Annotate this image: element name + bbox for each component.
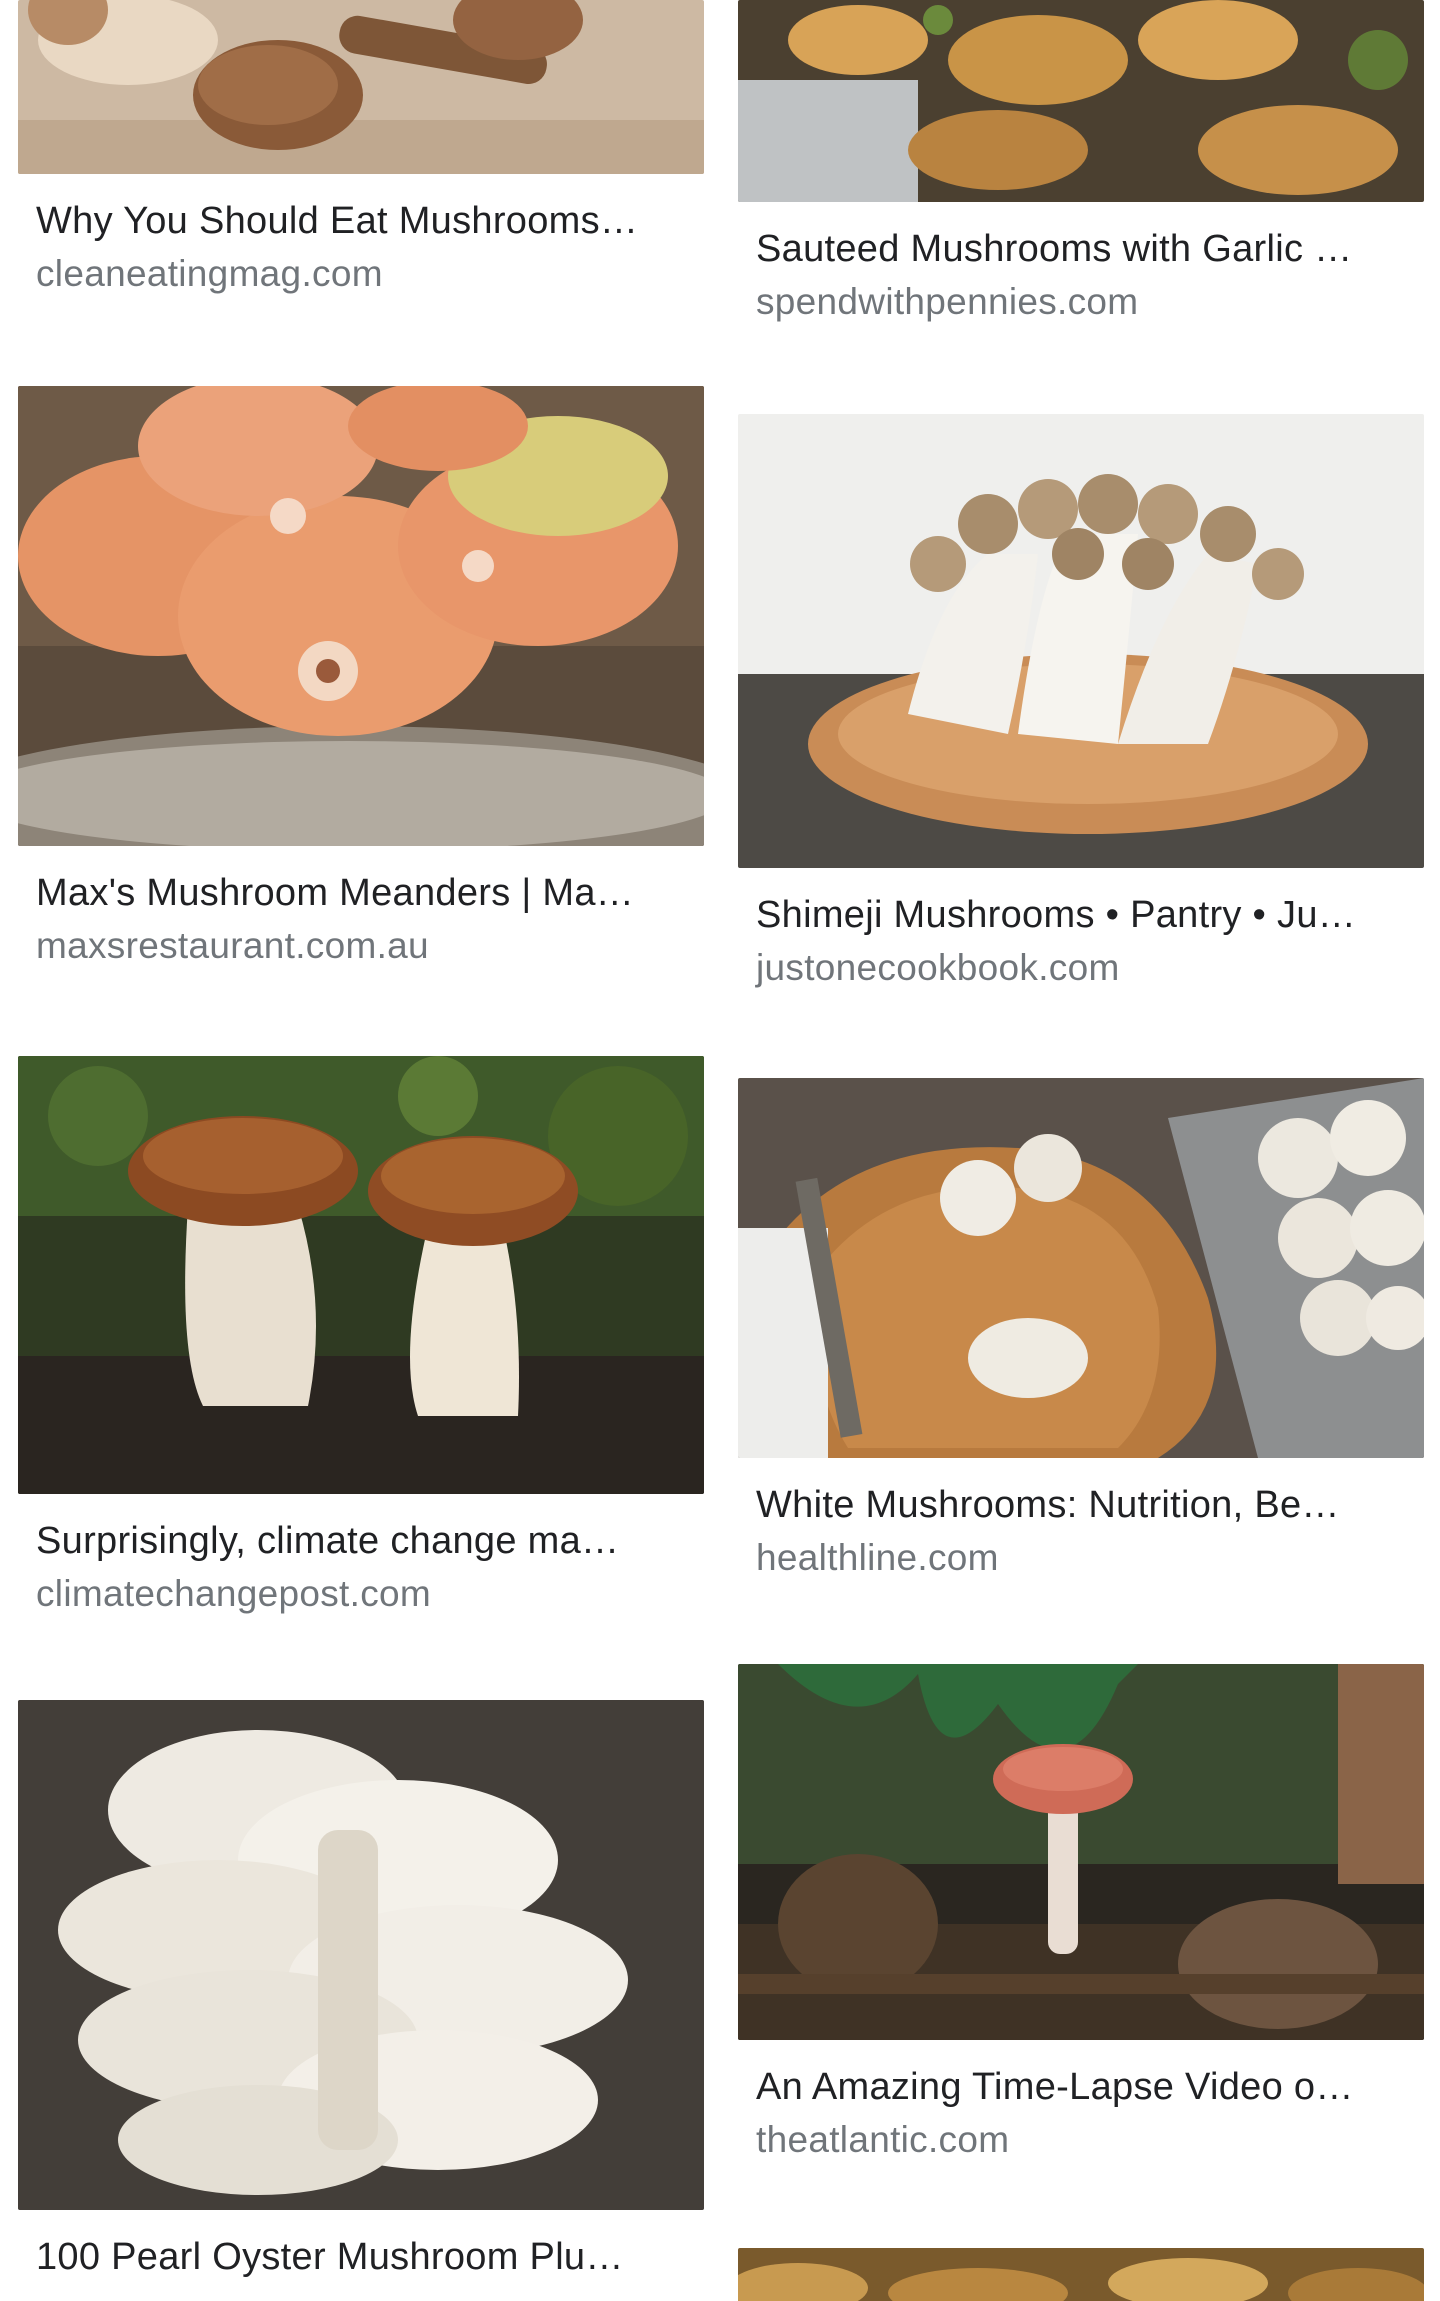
result-title[interactable]: An Amazing Time-Lapse Video o… [738, 2064, 1424, 2110]
result-card[interactable] [738, 2248, 1424, 2301]
result-card[interactable]: Max's Mushroom Meanders | Ma… maxsrestau… [18, 386, 704, 968]
result-image-shiitake[interactable] [18, 0, 704, 174]
result-meta: 100 Pearl Oyster Mushroom Plu… [18, 2210, 704, 2280]
result-card[interactable]: Why You Should Eat Mushrooms… cleaneatin… [18, 0, 704, 296]
result-image-sauteed[interactable] [738, 0, 1424, 202]
result-image-porcini[interactable] [18, 1056, 704, 1494]
result-meta: An Amazing Time-Lapse Video o… theatlant… [738, 2040, 1424, 2162]
result-image-timelapse[interactable] [738, 1664, 1424, 2040]
result-meta: Max's Mushroom Meanders | Ma… maxsrestau… [18, 846, 704, 968]
result-image-orange-mushrooms[interactable] [18, 386, 704, 846]
result-title[interactable]: Shimeji Mushrooms • Pantry • Ju… [738, 892, 1424, 938]
result-title[interactable]: Surprisingly, climate change ma… [18, 1518, 704, 1564]
result-meta: Shimeji Mushrooms • Pantry • Ju… justone… [738, 868, 1424, 990]
result-image-partial[interactable] [738, 2248, 1424, 2301]
result-source: climatechangepost.com [36, 1573, 431, 1614]
result-source: healthline.com [756, 1537, 999, 1578]
result-meta: Surprisingly, climate change ma… climate… [18, 1494, 704, 1616]
result-title[interactable]: Max's Mushroom Meanders | Ma… [18, 870, 704, 916]
result-meta: Sauteed Mushrooms with Garlic … spendwit… [738, 202, 1424, 324]
result-meta: Why You Should Eat Mushrooms… cleaneatin… [18, 174, 704, 296]
result-card[interactable]: Shimeji Mushrooms • Pantry • Ju… justone… [738, 414, 1424, 990]
result-card[interactable]: 100 Pearl Oyster Mushroom Plu… [18, 1700, 704, 2280]
result-title[interactable]: 100 Pearl Oyster Mushroom Plu… [18, 2234, 704, 2280]
result-source: spendwithpennies.com [756, 281, 1139, 322]
result-source: maxsrestaurant.com.au [36, 925, 429, 966]
result-title[interactable]: Sauteed Mushrooms with Garlic … [738, 226, 1424, 272]
result-card[interactable]: White Mushrooms: Nutrition, Be… healthli… [738, 1078, 1424, 1580]
result-card[interactable]: Surprisingly, climate change ma… climate… [18, 1056, 704, 1616]
result-title[interactable]: Why You Should Eat Mushrooms… [18, 198, 704, 244]
image-results-page: Why You Should Eat Mushrooms… cleaneatin… [0, 0, 1440, 2301]
result-title[interactable]: White Mushrooms: Nutrition, Be… [738, 1482, 1424, 1528]
result-image-shimeji[interactable] [738, 414, 1424, 868]
result-source: justonecookbook.com [756, 947, 1120, 988]
result-card[interactable]: Sauteed Mushrooms with Garlic … spendwit… [738, 0, 1424, 324]
result-image-white-mushrooms[interactable] [738, 1078, 1424, 1458]
result-card[interactable]: An Amazing Time-Lapse Video o… theatlant… [738, 1664, 1424, 2162]
result-source: cleaneatingmag.com [36, 253, 383, 294]
result-source: theatlantic.com [756, 2119, 1010, 2160]
result-image-oyster[interactable] [18, 1700, 704, 2210]
result-meta: White Mushrooms: Nutrition, Be… healthli… [738, 1458, 1424, 1580]
